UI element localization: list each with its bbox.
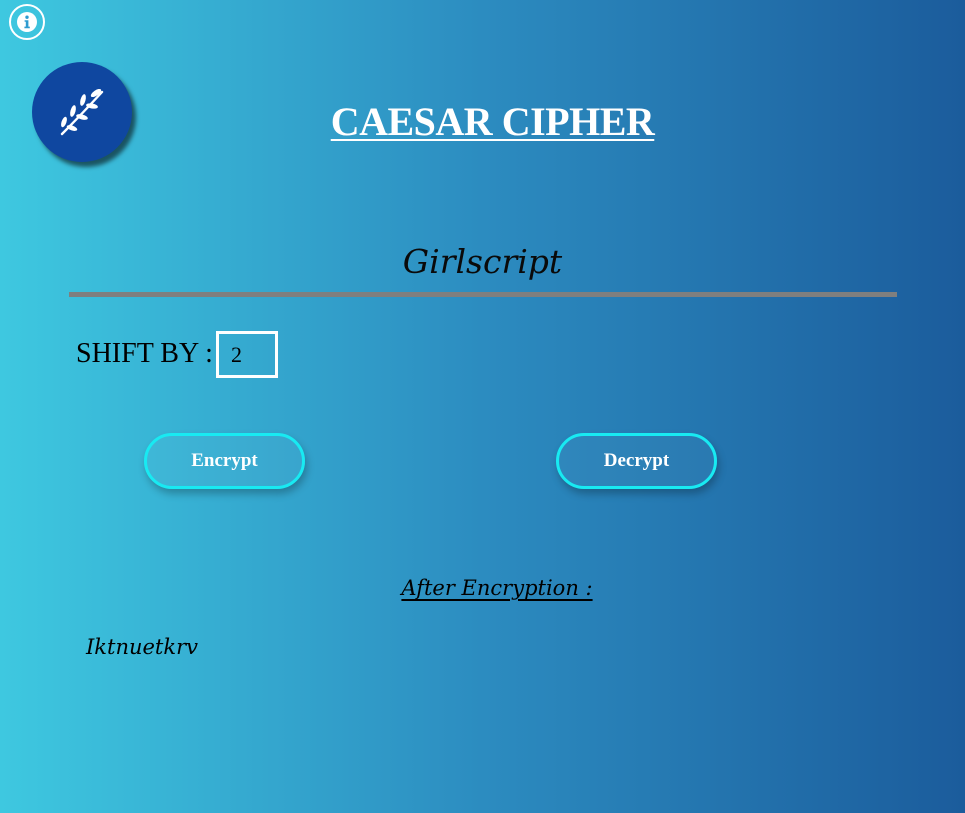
decrypt-button[interactable]: Decrypt — [556, 433, 717, 489]
shift-input[interactable] — [216, 331, 278, 378]
result-output: Iktnuetkrv — [86, 635, 199, 659]
info-icon — [17, 12, 37, 32]
info-button[interactable] — [9, 4, 45, 40]
shift-label: SHIFT BY : — [76, 338, 213, 369]
encrypt-button[interactable]: Encrypt — [144, 433, 305, 489]
divider — [69, 292, 897, 297]
subtitle: Girlscript — [402, 242, 563, 281]
page-title: CAESAR CIPHER — [330, 99, 655, 144]
result-heading: After Encryption : — [401, 576, 593, 600]
